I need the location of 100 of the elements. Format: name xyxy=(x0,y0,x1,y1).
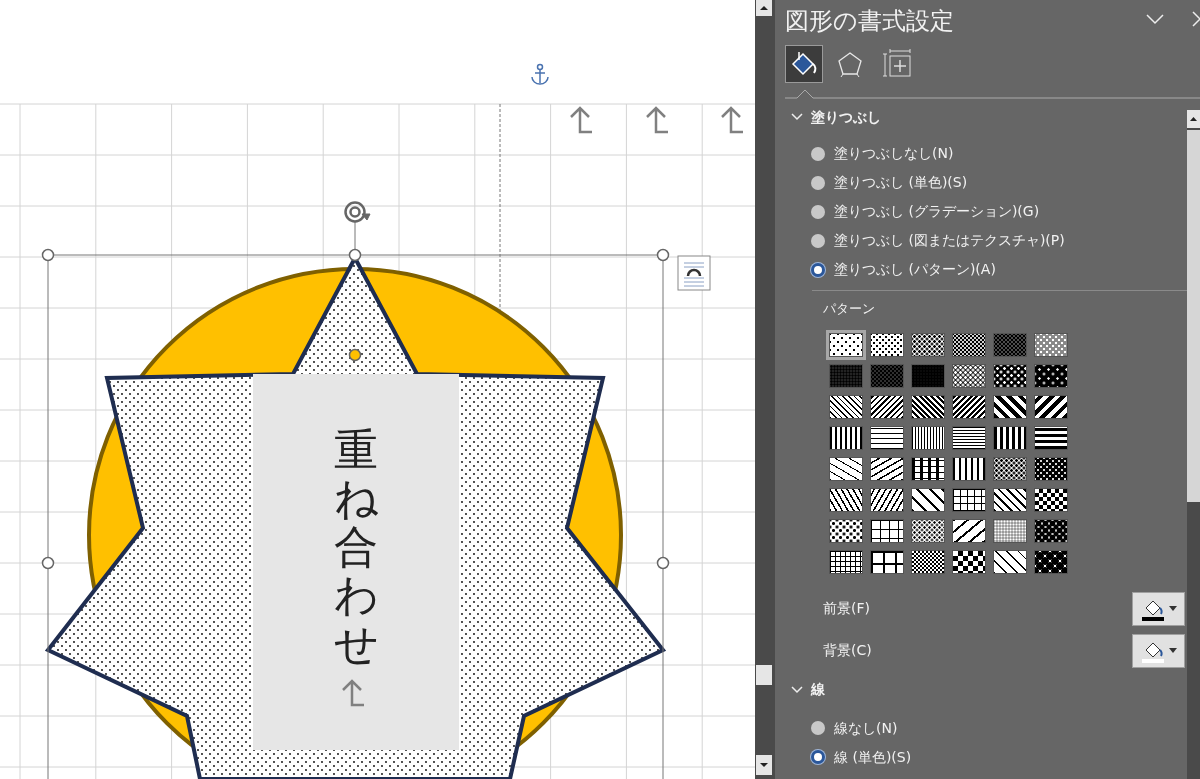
chevron-down-icon[interactable] xyxy=(791,685,803,694)
radio-button[interactable] xyxy=(811,233,825,248)
pattern-swatch[interactable] xyxy=(829,487,863,512)
pattern-swatch[interactable] xyxy=(829,394,863,419)
scroll-up-button[interactable] xyxy=(1187,110,1200,128)
pattern-swatch[interactable] xyxy=(870,425,904,450)
size-position-icon xyxy=(881,49,911,79)
caret-down-icon xyxy=(1168,648,1177,653)
pattern-swatch[interactable] xyxy=(952,549,986,574)
pattern-swatch[interactable] xyxy=(870,549,904,574)
pattern-swatch[interactable] xyxy=(1034,456,1068,481)
pattern-swatch[interactable] xyxy=(993,332,1027,357)
radio-button[interactable] xyxy=(811,204,825,219)
pattern-swatch[interactable] xyxy=(911,518,945,543)
paragraph-mark-icon xyxy=(645,106,670,134)
resize-handle[interactable] xyxy=(41,556,55,570)
color-picker-button[interactable] xyxy=(1132,633,1185,668)
radio-button[interactable] xyxy=(811,262,825,277)
pattern-swatch[interactable] xyxy=(829,332,863,357)
pattern-swatch[interactable] xyxy=(829,363,863,388)
pattern-swatch[interactable] xyxy=(952,394,986,419)
pattern-swatch[interactable] xyxy=(911,549,945,574)
radio-label[interactable]: 線なし(N) xyxy=(834,717,898,739)
layout-options-icon[interactable] xyxy=(677,255,711,291)
caret-up-icon xyxy=(760,6,768,10)
radio-label[interactable]: 線 (単色)(S) xyxy=(834,746,912,768)
pattern-swatch[interactable] xyxy=(870,394,904,419)
pattern-swatch[interactable] xyxy=(1034,363,1068,388)
anchor-icon xyxy=(531,63,549,85)
pattern-swatch[interactable] xyxy=(870,363,904,388)
pattern-swatch[interactable] xyxy=(870,332,904,357)
resize-handle[interactable] xyxy=(656,248,670,262)
color-label: 背景(C) xyxy=(823,641,872,660)
close-icon[interactable] xyxy=(1190,11,1200,27)
pattern-swatch[interactable] xyxy=(911,487,945,512)
section-header[interactable]: 線 xyxy=(811,679,825,700)
pattern-swatch[interactable] xyxy=(993,425,1027,450)
caret-up-icon xyxy=(1190,117,1197,121)
radio-button[interactable] xyxy=(811,750,825,764)
pattern-swatch[interactable] xyxy=(829,456,863,481)
pattern-swatch[interactable] xyxy=(829,425,863,450)
chevron-down-icon[interactable] xyxy=(791,113,803,121)
pattern-swatch[interactable] xyxy=(993,487,1027,512)
pattern-swatch[interactable] xyxy=(1034,518,1068,543)
pattern-swatch[interactable] xyxy=(993,456,1027,481)
pattern-swatch[interactable] xyxy=(870,487,904,512)
radio-label[interactable]: 塗りつぶし (図またはテクスチャ)(P) xyxy=(834,230,1065,251)
color-picker-button[interactable] xyxy=(1132,591,1185,626)
pattern-swatch[interactable] xyxy=(1034,332,1068,357)
pattern-swatch[interactable] xyxy=(1034,549,1068,574)
section-header[interactable]: 塗りつぶし xyxy=(811,106,881,128)
pattern-swatch[interactable] xyxy=(1034,425,1068,450)
pattern-swatch[interactable] xyxy=(829,549,863,574)
pattern-swatch[interactable] xyxy=(829,518,863,543)
pane-title: 図形の書式設定 xyxy=(785,6,954,37)
pattern-swatch[interactable] xyxy=(993,518,1027,543)
pattern-swatch[interactable] xyxy=(952,456,986,481)
chevron-down-icon[interactable] xyxy=(1146,13,1164,25)
text-box-text: 重ね合わせ xyxy=(334,426,378,668)
pattern-swatch[interactable] xyxy=(952,518,986,543)
pattern-swatch[interactable] xyxy=(911,425,945,450)
resize-handle[interactable] xyxy=(348,248,362,262)
pattern-swatch[interactable] xyxy=(952,425,986,450)
pattern-label: パターン xyxy=(823,300,876,318)
pattern-swatch[interactable] xyxy=(870,456,904,481)
radio-label[interactable]: 塗りつぶし (単色)(S) xyxy=(834,172,968,193)
pattern-swatch[interactable] xyxy=(993,363,1027,388)
radio-label[interactable]: 塗りつぶし (グラデーション)(G) xyxy=(834,201,1040,222)
radio-label[interactable]: 塗りつぶしなし(N) xyxy=(834,143,954,164)
scroll-thumb[interactable] xyxy=(1187,130,1200,502)
radio-button[interactable] xyxy=(811,721,825,735)
radio-label[interactable]: 塗りつぶし (パターン)(A) xyxy=(834,259,996,280)
caret-down-icon xyxy=(760,763,768,767)
rotate-handle[interactable] xyxy=(344,201,371,223)
scroll-down-button[interactable] xyxy=(756,755,772,775)
pattern-swatch[interactable] xyxy=(952,487,986,512)
resize-handle[interactable] xyxy=(656,556,670,570)
scroll-up-button[interactable] xyxy=(756,0,772,16)
radio-button[interactable] xyxy=(811,175,825,190)
pattern-swatch[interactable] xyxy=(911,363,945,388)
pattern-swatch[interactable] xyxy=(952,332,986,357)
pattern-swatch[interactable] xyxy=(911,332,945,357)
scroll-thumb[interactable] xyxy=(756,665,772,685)
pattern-swatch[interactable] xyxy=(1034,394,1068,419)
paragraph-mark-icon xyxy=(569,106,594,134)
radio-button[interactable] xyxy=(811,146,825,161)
pattern-swatch[interactable] xyxy=(993,549,1027,574)
pattern-swatch[interactable] xyxy=(1034,487,1068,512)
pattern-swatch[interactable] xyxy=(911,394,945,419)
pattern-swatch[interactable] xyxy=(952,363,986,388)
pattern-swatch[interactable] xyxy=(993,394,1027,419)
pattern-swatch[interactable] xyxy=(870,518,904,543)
paragraph-mark-icon xyxy=(720,106,745,134)
color-label: 前景(F) xyxy=(823,599,870,618)
pattern-swatch[interactable] xyxy=(911,456,945,481)
caret-down-icon xyxy=(1168,606,1177,611)
resize-handle[interactable] xyxy=(41,248,55,262)
tab[interactable] xyxy=(785,45,823,83)
adjust-handle[interactable] xyxy=(348,348,362,362)
paragraph-mark-icon xyxy=(341,679,366,707)
